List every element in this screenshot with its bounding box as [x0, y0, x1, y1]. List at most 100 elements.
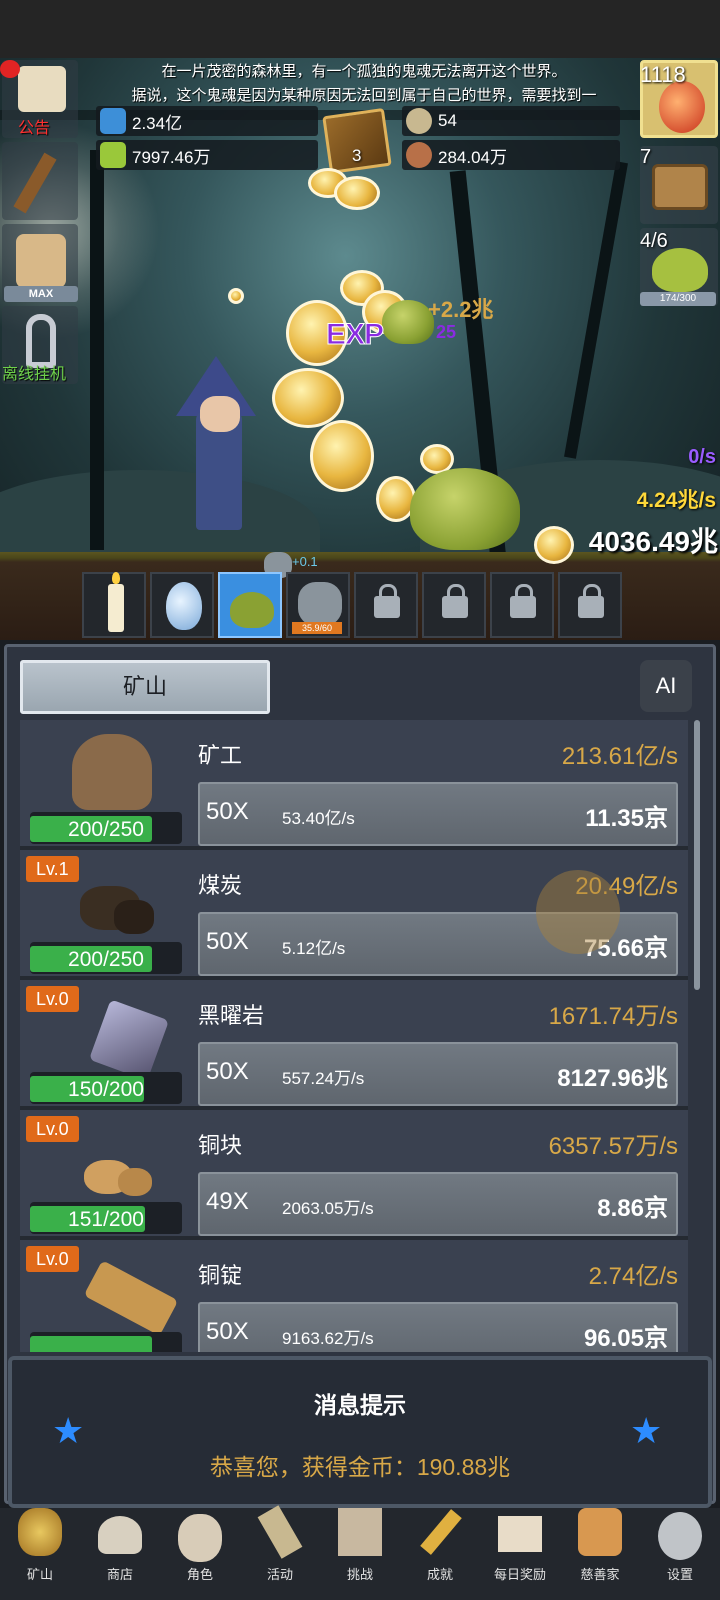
gear-icon	[658, 1512, 702, 1560]
slot-locked[interactable]	[422, 572, 486, 638]
slot-egg[interactable]	[150, 572, 214, 638]
upgrade-button[interactable]: 50X 557.24万/s 8127.96兆	[198, 1042, 678, 1106]
upgrade-cost: 8127.96兆	[557, 1065, 668, 1092]
nav-settings[interactable]: 设置	[640, 1508, 720, 1600]
copper-icon	[118, 1168, 152, 1196]
list-scrollbar[interactable]	[694, 720, 700, 990]
upgrade-button[interactable]: 50X 9163.62万/s 96.05京	[198, 1302, 678, 1352]
slime-count: 4/6	[640, 230, 668, 252]
ghost-progress: 35.9/60	[292, 622, 342, 634]
item-rate: 2.74亿/s	[588, 1263, 678, 1290]
scroll-icon	[18, 66, 66, 112]
upgrade-cost: 96.05京	[583, 1325, 668, 1352]
slime-enemy[interactable]	[410, 468, 520, 550]
copper-ingot-icon	[83, 1260, 179, 1336]
banner-icon	[338, 1508, 382, 1556]
hp-bar: 200/250	[30, 812, 182, 844]
floating-coin-button[interactable]	[536, 870, 620, 954]
story-text: 在一片茂密的森林里，有一个孤独的鬼魂无法离开这个世界。 据说，这个鬼魂是因为某种…	[84, 60, 644, 108]
shop-icon	[98, 1516, 142, 1554]
gold-rate: 4.24兆/s	[636, 489, 716, 512]
slot-locked[interactable]	[490, 572, 554, 638]
slime-icon	[652, 248, 708, 292]
coal-icon	[114, 900, 154, 934]
multiplier: 49X	[206, 1188, 249, 1215]
slime-icon	[230, 592, 274, 628]
nav-challenge[interactable]: 挑战	[320, 1508, 400, 1600]
max-bar: MAX	[4, 286, 78, 302]
item-name: 铜块	[198, 1133, 243, 1158]
notice-label: 公告	[18, 120, 51, 137]
slot-locked[interactable]	[354, 572, 418, 638]
hp-text: 151/200	[68, 1208, 144, 1231]
nav-activity[interactable]: 活动	[240, 1505, 320, 1600]
nav-label: 每日奖励	[493, 1567, 546, 1582]
story-line: 据说，这个鬼魂是因为某种原因无法回到属于自己的世界，需要找到一	[131, 87, 597, 104]
item-name: 矿工	[198, 743, 243, 768]
coin-effect	[334, 176, 380, 210]
nav-label: 成就	[426, 1567, 453, 1582]
slot-locked[interactable]	[558, 572, 622, 638]
message-text: 恭喜您，获得金币：190.88兆	[209, 1454, 511, 1480]
obsidian-icon	[88, 999, 170, 1081]
item-rate: 213.61亿/s	[561, 743, 678, 770]
nav-label: 设置	[666, 1567, 693, 1582]
item-name: 黑曜岩	[198, 1003, 265, 1028]
hp-bar: 151/200	[30, 1202, 182, 1234]
slot-ghost[interactable]: 35.9/60	[286, 572, 350, 638]
nav-label: 活动	[266, 1567, 293, 1582]
nav-daily-reward[interactable]: 每日奖励	[480, 1508, 560, 1600]
bottom-nav: 矿山 商店 角色 活动 挑战 成就 每日奖励 慈善家 设置	[0, 1505, 720, 1600]
exp-text: EXP	[325, 318, 384, 352]
tab-mine[interactable]: 矿山	[20, 660, 270, 714]
list-item: Lv.0 铜锭 2.74亿/s 50X 9163.62万/s 96.05京	[20, 1240, 688, 1352]
status-bar-area	[0, 0, 720, 58]
lock-icon	[374, 584, 400, 618]
blue-potion-icon	[100, 108, 126, 134]
copper-ingot-image	[58, 1250, 179, 1336]
upgrade-button[interactable]: 50X 53.40亿/s 11.35京	[198, 782, 678, 846]
coal-image	[58, 860, 154, 944]
nav-label: 角色	[186, 1567, 213, 1582]
hp-fill	[30, 1336, 152, 1352]
list-item: Lv.0 150/200 黑曜岩 1671.74万/s 50X 557.24万/…	[20, 980, 688, 1110]
slot-slime[interactable]	[218, 572, 282, 638]
nav-label: 挑战	[346, 1567, 373, 1582]
small-float: +0.1	[292, 554, 318, 569]
egg-icon	[166, 582, 202, 630]
obsidian-image	[58, 990, 170, 1081]
resource-value: 7997.46万	[132, 147, 211, 167]
upgrade-cost: 11.35京	[585, 805, 668, 832]
chest-button[interactable]	[640, 146, 718, 224]
nav-label: 矿山	[26, 1567, 53, 1582]
ai-button[interactable]: AI	[640, 660, 692, 712]
message-box	[8, 1356, 712, 1508]
item-rate: 1671.74万/s	[548, 1003, 678, 1030]
upgrade-button[interactable]: 49X 2063.05万/s 8.86京	[198, 1172, 678, 1236]
multiplier: 50X	[206, 1318, 249, 1345]
resource-value: 54	[438, 111, 457, 130]
nav-character[interactable]: 角色	[160, 1508, 240, 1600]
lock-icon	[510, 584, 536, 618]
slot-candle[interactable]	[82, 572, 146, 638]
hp-text: 200/250	[68, 818, 144, 841]
resource-green-potion: 7997.46万	[96, 140, 318, 170]
item-name: 煤炭	[198, 873, 243, 898]
nav-achievement[interactable]: 成就	[400, 1508, 480, 1600]
nav-shop[interactable]: 商店	[80, 1508, 160, 1600]
bread-icon	[578, 1508, 622, 1556]
potion-count: 1118	[640, 62, 686, 87]
resource-value: 284.04万	[438, 147, 507, 167]
star-icon: ★	[52, 1410, 85, 1451]
resource-meat: 284.04万	[402, 140, 620, 170]
chest-count: 7	[640, 146, 652, 168]
coin-effect	[534, 526, 574, 564]
nav-philanthropist[interactable]: 慈善家	[560, 1508, 640, 1600]
nav-mine[interactable]: 矿山	[0, 1508, 80, 1600]
story-line: 在一片茂密的森林里，有一个孤独的鬼魂无法离开这个世界。	[161, 63, 567, 80]
offline-label: 离线挂机	[2, 366, 67, 383]
per-unit-rate: 5.12亿/s	[282, 939, 346, 958]
lock-icon	[578, 584, 604, 618]
torch-button[interactable]	[2, 142, 78, 220]
meat-icon	[406, 142, 432, 168]
